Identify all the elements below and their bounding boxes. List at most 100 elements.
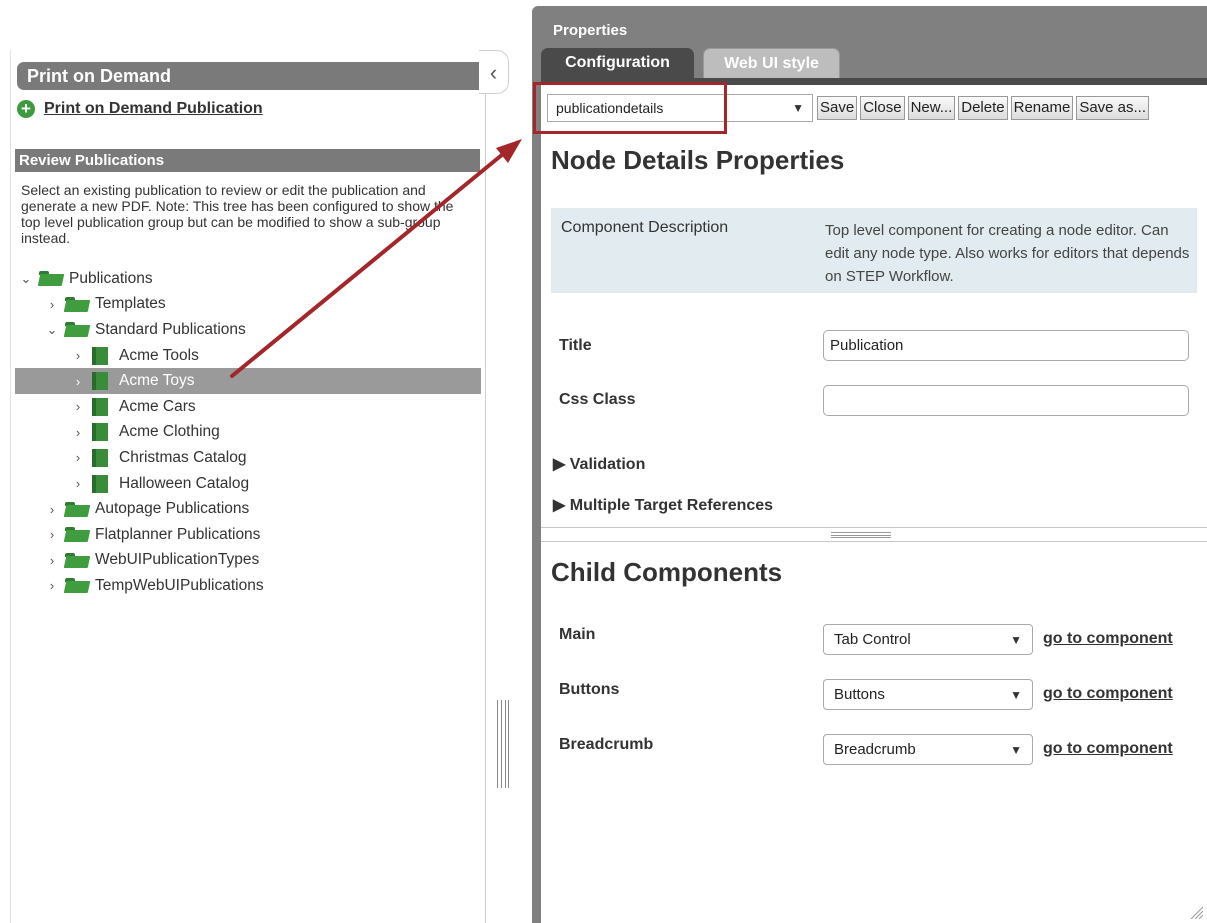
chevron-right-icon[interactable]: › bbox=[45, 527, 59, 542]
title-label: Title bbox=[559, 337, 592, 354]
tree-node-tempwebuipublications[interactable]: › TempWebUIPublications bbox=[15, 573, 481, 599]
book-icon bbox=[92, 372, 108, 391]
child-components-title: Child Components bbox=[551, 557, 783, 587]
chevron-right-icon[interactable]: › bbox=[71, 425, 85, 440]
tab-web-ui-style[interactable]: Web UI style bbox=[703, 48, 840, 80]
component-description-box: Component Description Top level componen… bbox=[551, 208, 1197, 293]
delete-button[interactable]: Delete bbox=[958, 96, 1008, 120]
triangle-right-icon: ▶ bbox=[553, 497, 566, 514]
add-circle-icon: + bbox=[17, 100, 35, 118]
tree-node-label: Flatplanner Publications bbox=[95, 525, 261, 543]
chevron-right-icon[interactable]: › bbox=[71, 399, 85, 414]
tree-node-label: Autopage Publications bbox=[95, 500, 250, 518]
chevron-down-icon[interactable]: ⌄ bbox=[45, 322, 59, 338]
main-label: Main bbox=[559, 626, 596, 643]
book-icon bbox=[92, 397, 108, 416]
multiple-target-references-label: Multiple Target References bbox=[569, 497, 774, 514]
print-on-demand-publication-link[interactable]: Print on Demand Publication bbox=[44, 100, 263, 118]
tree-node-label: Acme Clothing bbox=[119, 423, 220, 441]
tree-node-label: WebUIPublicationTypes bbox=[95, 551, 260, 569]
section-splitter[interactable] bbox=[541, 527, 1207, 542]
triangle-right-icon: ▶ bbox=[553, 456, 566, 473]
buttons-go-to-component-link[interactable]: go to component bbox=[1043, 685, 1173, 703]
title-input[interactable]: Publication bbox=[823, 330, 1189, 361]
tree-node-label: Templates bbox=[95, 295, 166, 313]
save-as-button[interactable]: Save as... bbox=[1076, 96, 1150, 120]
tree-node-templates[interactable]: › Templates bbox=[15, 292, 481, 318]
chevron-down-icon[interactable]: ⌄ bbox=[19, 271, 33, 287]
tab-bar-underline bbox=[541, 78, 1207, 85]
tree-node-publications[interactable]: ⌄ Publications bbox=[15, 266, 481, 292]
resize-grip-icon[interactable] bbox=[1187, 903, 1203, 919]
chevron-left-icon: ‹ bbox=[489, 60, 498, 85]
folder-icon bbox=[65, 527, 89, 542]
tree-node-christmas-catalog[interactable]: › Christmas Catalog bbox=[15, 445, 481, 471]
breadcrumb-go-to-component-link[interactable]: go to component bbox=[1043, 740, 1173, 758]
book-icon bbox=[92, 448, 108, 467]
main-component-select[interactable]: Tab Control ▼ bbox=[823, 624, 1033, 655]
tree-node-label: Standard Publications bbox=[95, 320, 246, 338]
tree-node-label: Acme Tools bbox=[119, 346, 199, 364]
multiple-target-references-expander[interactable]: ▶ Multiple Target References bbox=[553, 495, 773, 515]
tab-configuration[interactable]: Configuration bbox=[541, 48, 694, 80]
chevron-right-icon[interactable]: › bbox=[71, 476, 85, 491]
tree-node-webuipublicationtypes[interactable]: › WebUIPublicationTypes bbox=[15, 548, 481, 574]
grip-icon bbox=[831, 532, 891, 538]
tree-node-acme-toys[interactable]: › Acme Toys bbox=[15, 368, 481, 394]
tree-node-standard-publications[interactable]: ⌄ Standard Publications bbox=[15, 317, 481, 343]
chevron-right-icon[interactable]: › bbox=[45, 297, 59, 312]
css-class-input[interactable] bbox=[823, 385, 1189, 416]
chevron-right-icon[interactable]: › bbox=[71, 450, 85, 465]
folder-icon bbox=[65, 552, 89, 568]
pod-link-row[interactable]: + Print on Demand Publication bbox=[17, 98, 263, 120]
panel-header: Print on Demand bbox=[17, 62, 482, 90]
validation-expander[interactable]: ▶ Validation bbox=[553, 454, 645, 474]
tree-node-flatplanner-publications[interactable]: › Flatplanner Publications bbox=[15, 522, 481, 548]
tree-node-label: Acme Toys bbox=[119, 372, 195, 390]
buttons-label: Buttons bbox=[559, 681, 620, 698]
book-icon bbox=[92, 423, 108, 442]
chevron-right-icon[interactable]: › bbox=[71, 348, 85, 363]
tree-node-label: Acme Cars bbox=[119, 397, 196, 415]
review-publications-header: Review Publications bbox=[15, 149, 480, 172]
tree-node-label: Publications bbox=[69, 269, 153, 287]
book-icon bbox=[92, 346, 108, 365]
rename-button[interactable]: Rename bbox=[1010, 96, 1074, 120]
component-select-value: publicationdetails bbox=[556, 100, 664, 116]
publication-tree: ⌄ Publications › Templates ⌄ Standard Pu… bbox=[15, 266, 481, 599]
tree-node-label: Christmas Catalog bbox=[119, 448, 247, 466]
dropdown-arrow-icon: ▼ bbox=[1010, 742, 1022, 757]
tree-node-label: TempWebUIPublications bbox=[95, 576, 264, 594]
panel-splitter-handle[interactable] bbox=[497, 700, 509, 788]
dropdown-arrow-icon: ▼ bbox=[792, 101, 804, 115]
tree-node-acme-cars[interactable]: › Acme Cars bbox=[15, 394, 481, 420]
main-select-value: Tab Control bbox=[834, 631, 911, 648]
breadcrumb-label: Breadcrumb bbox=[559, 736, 654, 753]
configuration-content: publicationdetails ▼ Save Close New... D… bbox=[533, 82, 1207, 923]
new-button[interactable]: New... bbox=[907, 96, 956, 120]
tree-node-autopage-publications[interactable]: › Autopage Publications bbox=[15, 496, 481, 522]
tree-node-halloween-catalog[interactable]: › Halloween Catalog bbox=[15, 471, 481, 497]
component-description-text: Top level component for creating a node … bbox=[825, 222, 1190, 285]
breadcrumb-component-select[interactable]: Breadcrumb ▼ bbox=[823, 734, 1033, 765]
dropdown-arrow-icon: ▼ bbox=[1010, 632, 1022, 647]
folder-icon bbox=[65, 501, 89, 517]
folder-icon bbox=[65, 578, 89, 593]
tree-node-acme-tools[interactable]: › Acme Tools bbox=[15, 343, 481, 369]
chevron-right-icon[interactable]: › bbox=[45, 502, 59, 517]
node-details-title: Node Details Properties bbox=[551, 145, 845, 175]
tree-node-acme-clothing[interactable]: › Acme Clothing bbox=[15, 420, 481, 446]
collapse-panel-button[interactable]: ‹ bbox=[479, 50, 509, 94]
close-button[interactable]: Close bbox=[860, 96, 905, 120]
chevron-right-icon[interactable]: › bbox=[45, 578, 59, 593]
buttons-component-select[interactable]: Buttons ▼ bbox=[823, 679, 1033, 710]
save-button[interactable]: Save bbox=[817, 96, 858, 120]
breadcrumb-select-value: Breadcrumb bbox=[834, 741, 916, 758]
css-class-label: Css Class bbox=[559, 391, 636, 408]
folder-icon bbox=[65, 296, 89, 312]
chevron-right-icon[interactable]: › bbox=[45, 553, 59, 568]
component-select[interactable]: publicationdetails ▼ bbox=[547, 94, 813, 122]
main-go-to-component-link[interactable]: go to component bbox=[1043, 630, 1173, 648]
chevron-right-icon[interactable]: › bbox=[71, 374, 85, 389]
buttons-select-value: Buttons bbox=[834, 686, 885, 703]
